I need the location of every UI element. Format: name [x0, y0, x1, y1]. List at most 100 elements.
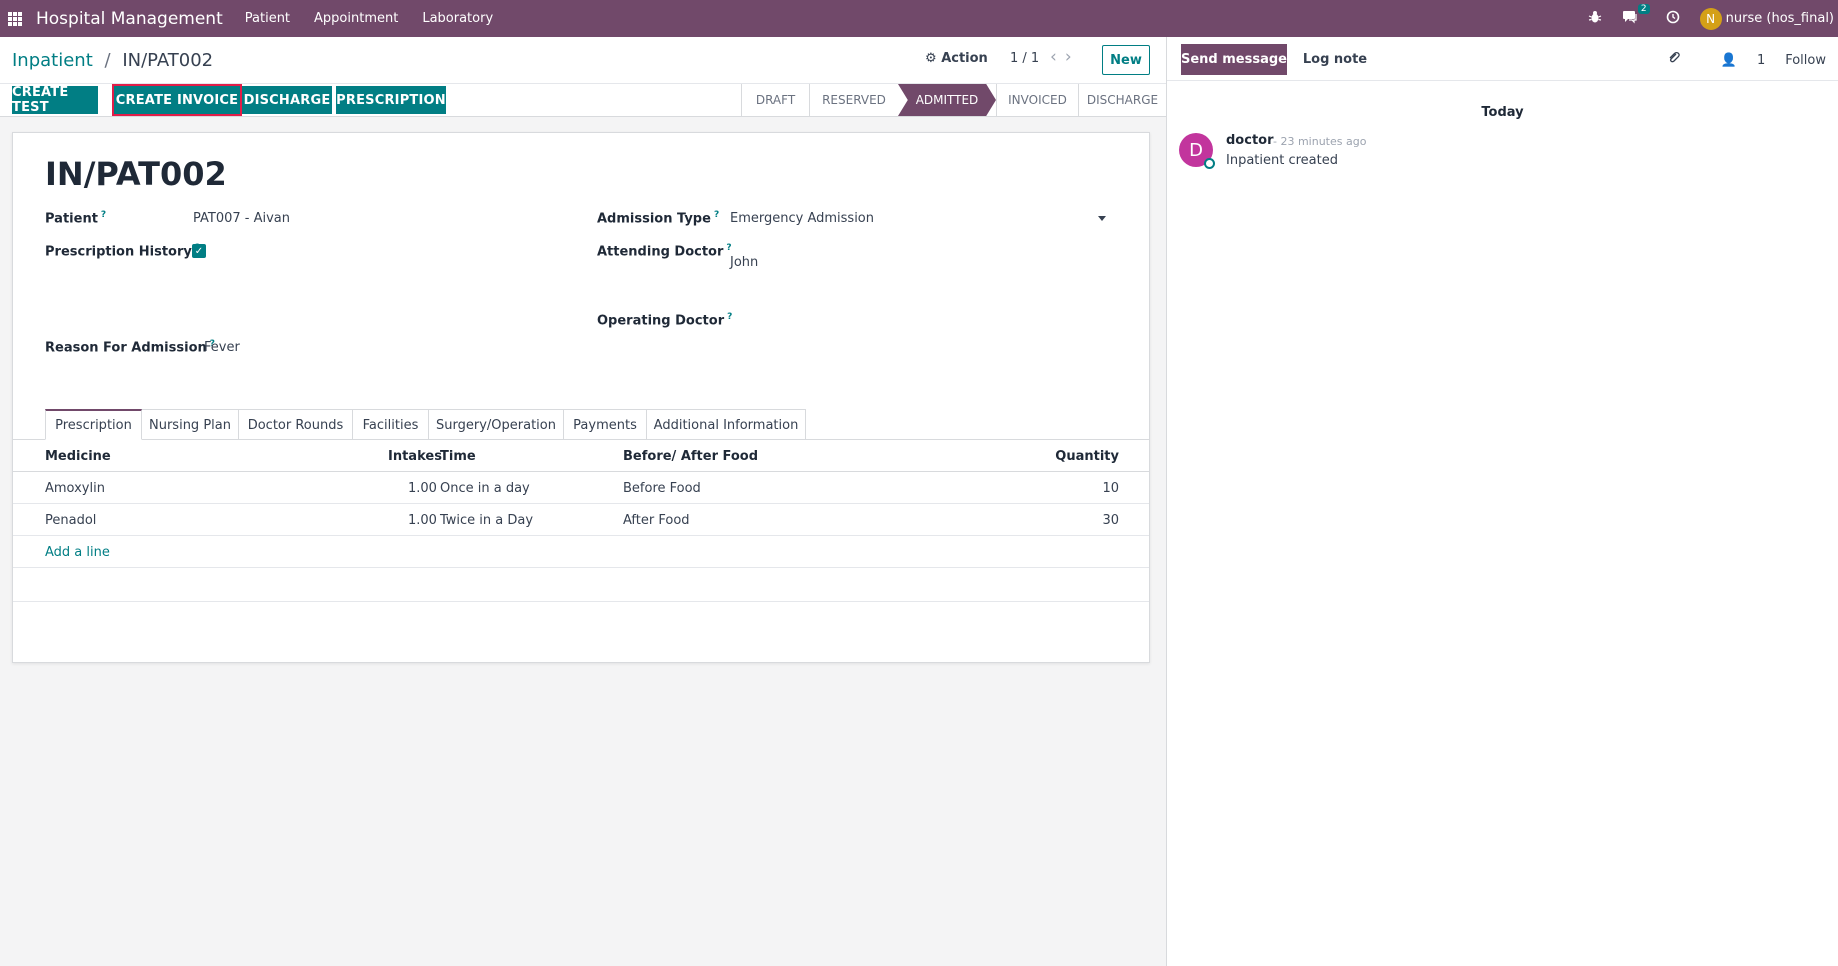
col-food[interactable]: Before/ After Food	[623, 449, 758, 464]
app-brand[interactable]: Hospital Management	[36, 9, 223, 29]
notebook-tabs: Prescription Nursing Plan Doctor Rounds …	[45, 409, 806, 440]
cell-food: Before Food	[623, 481, 701, 496]
messages-count-badge: 2	[1637, 3, 1650, 14]
discharge-button[interactable]: DISCHARGE	[242, 86, 332, 114]
pager-value[interactable]: 1 / 1	[1010, 51, 1039, 66]
dropdown-caret-icon[interactable]	[1098, 216, 1106, 221]
create-test-button[interactable]: CREATE TEST	[12, 85, 98, 115]
chatter-panel: Send message Log note 👤 1 Follow Today D …	[1167, 37, 1838, 966]
col-time[interactable]: Time	[440, 449, 476, 464]
message-author[interactable]: doctor	[1226, 133, 1274, 148]
tab-additional-information[interactable]: Additional Information	[646, 409, 806, 440]
status-stages: DRAFT RESERVED ADMITTED INVOICED DISCHAR…	[741, 84, 1166, 116]
cell-quantity: 10	[1102, 481, 1119, 496]
admission-type-label: Admission Type?	[597, 210, 720, 227]
operating-doctor-label: Operating Doctor?	[597, 312, 733, 329]
tab-payments[interactable]: Payments	[563, 409, 647, 440]
send-message-button[interactable]: Send message	[1181, 44, 1287, 75]
cell-medicine: Amoxylin	[45, 481, 105, 496]
cell-time: Twice in a Day	[440, 513, 534, 528]
cell-intakes: 1.00	[408, 481, 437, 496]
create-invoice-button[interactable]: CREATE INVOICE	[112, 84, 242, 116]
patient-field[interactable]: PAT007 - Aivan	[193, 211, 290, 226]
record-title: IN/PAT002	[45, 155, 227, 193]
col-quantity[interactable]: Quantity	[1055, 449, 1119, 464]
pager-nav: ‹›	[1050, 47, 1080, 67]
stage-invoiced[interactable]: INVOICED	[996, 84, 1078, 116]
date-separator: Today	[1167, 105, 1838, 120]
tab-nursing-plan[interactable]: Nursing Plan	[141, 409, 239, 440]
breadcrumb-current: IN/PAT002	[122, 49, 214, 71]
breadcrumb-parent[interactable]: Inpatient	[12, 50, 93, 71]
online-status-icon	[1204, 158, 1215, 169]
user-avatar[interactable]: N	[1699, 7, 1722, 30]
messages-icon[interactable]: 2	[1622, 3, 1650, 28]
stage-reserved[interactable]: RESERVED	[809, 84, 898, 116]
systray: 2 N nurse (hos_final)	[1578, 0, 1838, 37]
cell-intakes: 1.00	[408, 513, 437, 528]
admission-type-select[interactable]: Emergency Admission	[730, 211, 874, 226]
prescription-history-checkbox[interactable]: ✓	[192, 244, 206, 258]
add-line-link[interactable]: Add a line	[45, 545, 110, 560]
chatter-topbar: Send message Log note 👤 1 Follow	[1167, 37, 1838, 81]
stage-admitted[interactable]: ADMITTED	[898, 84, 996, 116]
breadcrumb-separator: /	[104, 49, 111, 71]
chatter-actions: 👤 1 Follow	[1647, 51, 1826, 69]
menu-item-laboratory[interactable]: Laboratory	[410, 11, 505, 26]
cell-quantity: 30	[1102, 513, 1119, 528]
apps-menu-icon[interactable]	[8, 11, 22, 26]
attending-doctor-field[interactable]: John	[730, 255, 758, 270]
stage-draft[interactable]: DRAFT	[741, 84, 809, 116]
cell-time: Once in a day	[440, 481, 530, 496]
cell-medicine: Penadol	[45, 513, 97, 528]
bug-icon[interactable]	[1588, 10, 1602, 28]
prescription-history-label: Prescription History?	[45, 243, 200, 260]
follow-button[interactable]: Follow	[1785, 53, 1826, 68]
prescription-table: Medicine Intakes Time Before/ After Food…	[13, 440, 1149, 602]
control-panel: Inpatient / IN/PAT002 ⚙ Action 1 / 1 ‹› …	[0, 37, 1166, 83]
form-view: Inpatient / IN/PAT002 ⚙ Action 1 / 1 ‹› …	[0, 37, 1167, 966]
table-empty-row	[13, 568, 1149, 602]
menu-item-appointment[interactable]: Appointment	[302, 11, 410, 26]
table-row[interactable]: Amoxylin 1.00 Once in a day Before Food …	[13, 472, 1149, 504]
menu-item-patient[interactable]: Patient	[233, 11, 302, 26]
main-menu: Patient Appointment Laboratory	[233, 11, 505, 26]
tab-facilities[interactable]: Facilities	[352, 409, 429, 440]
stage-discharge[interactable]: DISCHARGE	[1078, 84, 1166, 116]
followers-button[interactable]: 👤 1	[1701, 53, 1765, 68]
tab-doctor-rounds[interactable]: Doctor Rounds	[238, 409, 353, 440]
message-timestamp: - 23 minutes ago	[1273, 135, 1367, 148]
reason-field[interactable]: Fever	[204, 340, 240, 355]
reason-label: Reason For Admission?	[45, 339, 215, 356]
user-name[interactable]: nurse (hos_final)	[1726, 11, 1834, 26]
breadcrumb: Inpatient / IN/PAT002	[12, 50, 213, 71]
tab-surgery-operation[interactable]: Surgery/Operation	[428, 409, 564, 440]
action-button[interactable]: ⚙ Action	[925, 51, 988, 66]
message-author-avatar[interactable]: D	[1179, 133, 1215, 169]
gear-icon: ⚙	[925, 51, 937, 66]
message-body: Inpatient created	[1226, 153, 1338, 168]
avatar-initial: D	[1189, 139, 1203, 161]
person-icon: 👤	[1720, 52, 1737, 68]
patient-label: Patient?	[45, 210, 107, 227]
statusbar: CREATE TEST CREATE INVOICE DISCHARGE PRE…	[0, 83, 1166, 117]
form-sheet: IN/PAT002 Patient? PAT007 - Aivan Prescr…	[12, 132, 1150, 663]
prescription-button[interactable]: PRESCRIPTION	[336, 86, 446, 114]
attending-doctor-label: Attending Doctor?	[597, 243, 732, 260]
followers-count: 1	[1756, 52, 1766, 68]
new-button[interactable]: New	[1102, 45, 1150, 75]
action-label: Action	[941, 51, 988, 66]
chevron-right-icon[interactable]: ›	[1065, 47, 1080, 67]
log-note-button[interactable]: Log note	[1297, 44, 1373, 75]
table-header: Medicine Intakes Time Before/ After Food…	[13, 440, 1149, 472]
chevron-left-icon[interactable]: ‹	[1050, 47, 1065, 67]
col-medicine[interactable]: Medicine	[45, 449, 111, 464]
activity-clock-icon[interactable]	[1666, 10, 1680, 28]
tab-prescription[interactable]: Prescription	[45, 409, 142, 440]
col-intakes[interactable]: Intakes	[388, 449, 442, 464]
paperclip-icon[interactable]	[1667, 51, 1681, 69]
top-navbar: Hospital Management Patient Appointment …	[0, 0, 1838, 37]
cell-food: After Food	[623, 513, 690, 528]
add-line-row: Add a line	[13, 536, 1149, 568]
table-row[interactable]: Penadol 1.00 Twice in a Day After Food 3…	[13, 504, 1149, 536]
